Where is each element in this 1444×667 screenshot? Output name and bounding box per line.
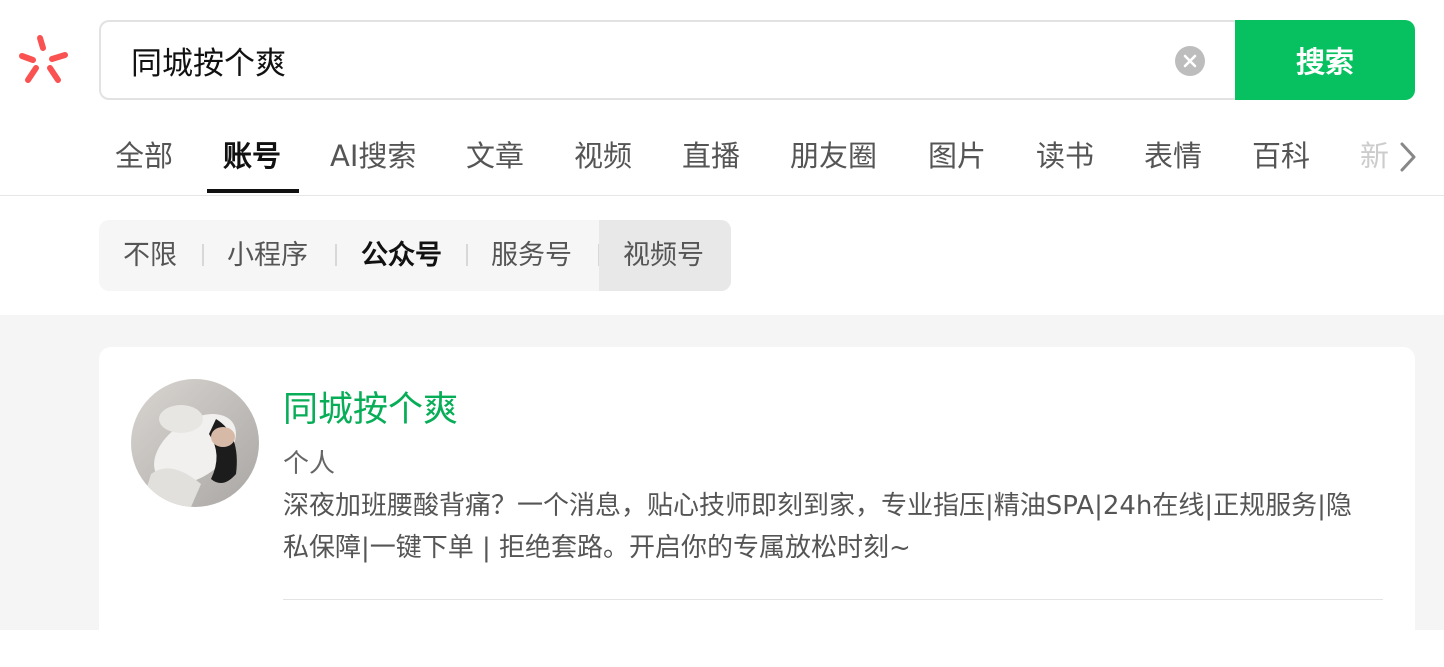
chevron-right-icon[interactable] [1396, 140, 1420, 174]
tab-articles[interactable]: 文章 [466, 134, 524, 180]
tab-books[interactable]: 读书 [1036, 134, 1094, 180]
tab-stickers[interactable]: 表情 [1144, 134, 1202, 180]
category-tabs: 全部 账号 AI搜索 文章 视频 直播 朋友圈 图片 读书 表情 百科 新 [0, 120, 1444, 196]
divider [283, 599, 1383, 600]
filter-any[interactable]: 不限 [123, 220, 177, 291]
account-name[interactable]: 同城按个爽 [283, 381, 458, 432]
filter-separator [202, 244, 204, 266]
tab-moments[interactable]: 朋友圈 [790, 134, 877, 180]
tab-live[interactable]: 直播 [682, 134, 740, 180]
tab-videos[interactable]: 视频 [574, 134, 632, 180]
search-input[interactable] [131, 22, 1131, 98]
clear-icon[interactable] [1175, 46, 1205, 76]
search-button[interactable]: 搜索 [1235, 20, 1415, 100]
account-result-card[interactable]: 同城按个爽 个人 深夜加班腰酸背痛？一个消息，贴心技师即刻到家，专业指压|精油S… [99, 347, 1415, 667]
filter-service-account[interactable]: 服务号 [491, 220, 572, 291]
filter-separator [335, 244, 337, 266]
filter-official-account[interactable]: 公众号 [361, 220, 442, 291]
tab-images[interactable]: 图片 [928, 134, 986, 180]
tab-ai-search[interactable]: AI搜索 [330, 134, 416, 180]
results-area: 同城按个爽 个人 深夜加班腰酸背痛？一个消息，贴心技师即刻到家，专业指压|精油S… [0, 315, 1444, 667]
active-tab-indicator [207, 189, 299, 193]
tab-encyclopedia[interactable]: 百科 [1252, 134, 1310, 180]
account-type-filter: 不限 小程序 公众号 服务号 视频号 [99, 220, 731, 291]
tab-accounts[interactable]: 账号 [223, 134, 281, 180]
tab-news[interactable]: 新 [1360, 134, 1389, 180]
filter-separator [466, 244, 468, 266]
avatar[interactable] [131, 379, 259, 507]
filter-channels[interactable]: 视频号 [599, 220, 731, 291]
search-box [99, 20, 1239, 100]
search-logo-icon[interactable] [14, 32, 72, 88]
tab-all[interactable]: 全部 [115, 134, 173, 180]
account-type: 个人 [283, 449, 336, 479]
filter-mini-program[interactable]: 小程序 [227, 220, 308, 291]
account-description: 深夜加班腰酸背痛？一个消息，贴心技师即刻到家，专业指压|精油SPA|24h在线|… [283, 491, 1352, 563]
top-bar: 搜索 [0, 0, 1444, 120]
